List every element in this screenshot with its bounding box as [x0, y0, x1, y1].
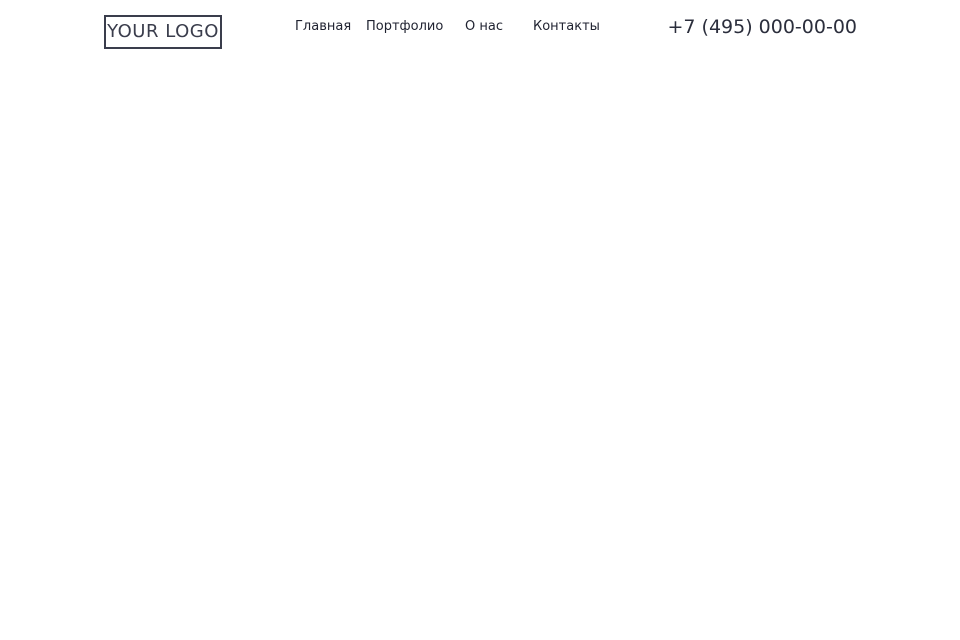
nav-item-home[interactable]: Главная — [295, 18, 351, 36]
logo-text: YOUR LOGO — [107, 21, 219, 42]
logo[interactable]: YOUR LOGO — [104, 15, 222, 49]
nav-item-portfolio[interactable]: Портфолио — [366, 18, 443, 36]
nav-item-contacts[interactable]: Контакты — [533, 18, 600, 36]
phone-number[interactable]: +7 (495) 000-00-00 — [667, 15, 857, 39]
nav-item-about[interactable]: О нас — [465, 18, 503, 36]
page: YOUR LOGO Главная Портфолио О нас Контак… — [0, 0, 960, 640]
site-header: YOUR LOGO Главная Портфолио О нас Контак… — [0, 0, 960, 56]
